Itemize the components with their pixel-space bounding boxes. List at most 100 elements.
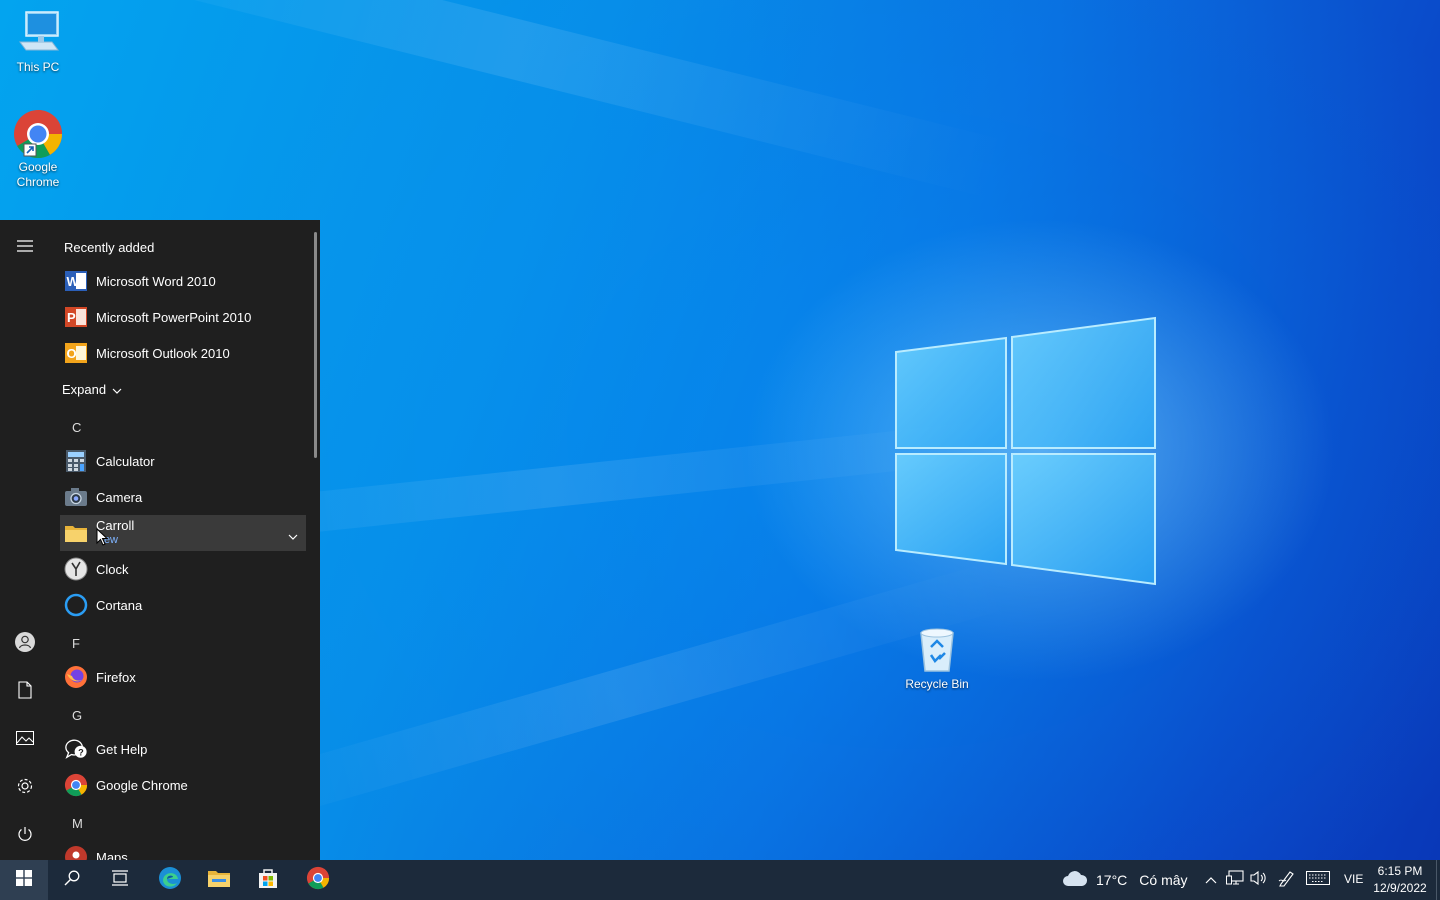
app-item-microsoft-word-2010[interactable]: W Microsoft Word 2010 bbox=[60, 263, 306, 299]
weather-condition: Có mây bbox=[1139, 872, 1188, 888]
google-chrome-desktop-label: Google Chrome bbox=[16, 160, 60, 189]
chevron-down-icon[interactable] bbox=[288, 528, 298, 543]
app-item-maps[interactable]: Maps bbox=[60, 839, 306, 860]
app-label: Calculator bbox=[96, 453, 155, 469]
expand-label: Expand bbox=[62, 382, 107, 397]
app-label: Clock bbox=[96, 561, 129, 577]
taskbar-edge[interactable] bbox=[146, 860, 194, 900]
svg-text:W: W bbox=[67, 274, 80, 289]
weather-temperature: 17°C bbox=[1096, 872, 1128, 888]
clock-date: 12/9/2022 bbox=[1373, 881, 1427, 895]
letter-header-g[interactable]: G bbox=[72, 708, 82, 723]
speaker-icon bbox=[1250, 870, 1268, 891]
calculator-icon bbox=[64, 449, 88, 473]
pen-button[interactable] bbox=[1278, 870, 1296, 889]
search-icon bbox=[64, 870, 80, 891]
app-item-camera[interactable]: Camera bbox=[60, 479, 306, 515]
light-beam bbox=[22, 0, 1008, 200]
user-account-button[interactable] bbox=[0, 622, 50, 666]
settings-button[interactable] bbox=[0, 766, 50, 810]
hamburger-menu-button[interactable] bbox=[0, 226, 50, 270]
mouse-cursor bbox=[96, 528, 108, 546]
app-label: Microsoft Outlook 2010 bbox=[96, 345, 230, 361]
touch-keyboard-button[interactable] bbox=[1306, 870, 1330, 890]
network-icon bbox=[1226, 869, 1244, 891]
cloud-icon bbox=[1062, 870, 1088, 890]
desktop-icon-recycle-bin[interactable]: Recycle Bin bbox=[898, 625, 976, 692]
task-view-button[interactable] bbox=[96, 860, 144, 900]
app-item-get-help[interactable]: ? Get Help bbox=[60, 731, 306, 767]
light-beam bbox=[224, 560, 1007, 830]
pictures-button[interactable] bbox=[0, 718, 50, 762]
power-button[interactable] bbox=[0, 814, 50, 858]
app-label: Cortana bbox=[96, 597, 143, 613]
volume-button[interactable] bbox=[1250, 870, 1268, 891]
this-pc-label: This PC bbox=[16, 60, 60, 74]
task-view-icon bbox=[111, 869, 129, 891]
svg-text:?: ? bbox=[78, 747, 84, 757]
weather-widget[interactable]: 17°C Có mây bbox=[1062, 860, 1188, 900]
app-item-clock[interactable]: Clock bbox=[60, 551, 306, 587]
documents-button[interactable] bbox=[0, 670, 50, 714]
expand-button[interactable]: Expand bbox=[62, 382, 122, 397]
edge-icon bbox=[158, 866, 182, 895]
this-pc-icon bbox=[12, 8, 64, 58]
chrome-icon bbox=[64, 773, 88, 797]
start-button[interactable] bbox=[0, 860, 48, 900]
folder-icon bbox=[207, 868, 231, 893]
app-item-google-chrome[interactable]: Google Chrome bbox=[60, 767, 306, 803]
app-item-microsoft-outlook-2010[interactable]: O Microsoft Outlook 2010 bbox=[60, 335, 306, 371]
chrome-icon bbox=[306, 866, 330, 895]
powerpoint-icon: P bbox=[64, 305, 88, 329]
gear-icon bbox=[16, 777, 34, 800]
clock-time: 6:15 PM bbox=[1377, 864, 1423, 878]
app-label: Camera bbox=[96, 489, 143, 505]
windows-logo bbox=[895, 316, 1156, 586]
store-icon bbox=[257, 867, 279, 894]
start-menu: Recently added W Microsoft Word 2010 P M… bbox=[0, 220, 320, 860]
firefox-icon bbox=[64, 665, 88, 689]
app-item-calculator[interactable]: Calculator bbox=[60, 443, 306, 479]
app-item-cortana[interactable]: Cortana bbox=[60, 587, 306, 623]
clock-date-button[interactable]: 6:15 PM 12/9/2022 bbox=[1370, 863, 1430, 897]
search-button[interactable] bbox=[48, 860, 96, 900]
letter-header-f[interactable]: F bbox=[72, 636, 80, 651]
start-menu-rail bbox=[0, 220, 50, 860]
desktop-icon-this-pc[interactable]: This PC bbox=[0, 8, 76, 75]
letter-header-c[interactable]: C bbox=[72, 420, 81, 435]
taskbar: 17°C Có mây VIE 6:15 PM 12/9/2022 bbox=[0, 860, 1440, 900]
svg-text:P: P bbox=[67, 310, 76, 325]
clock-icon bbox=[64, 557, 88, 581]
windows-icon bbox=[16, 869, 32, 891]
show-desktop-button[interactable] bbox=[1436, 860, 1440, 900]
cortana-icon bbox=[64, 593, 88, 617]
recycle-bin-label: Recycle Bin bbox=[905, 677, 969, 691]
app-item-firefox[interactable]: Firefox bbox=[60, 659, 306, 695]
recently-added-heading: Recently added bbox=[64, 240, 155, 255]
app-label: Maps bbox=[96, 849, 128, 861]
letter-header-m[interactable]: M bbox=[72, 816, 83, 831]
network-button[interactable] bbox=[1226, 869, 1244, 891]
get-help-icon: ? bbox=[64, 737, 88, 761]
hamburger-icon bbox=[17, 239, 33, 257]
svg-text:O: O bbox=[67, 346, 77, 361]
camera-icon bbox=[64, 485, 88, 509]
input-language-indicator[interactable]: VIE bbox=[1344, 872, 1363, 886]
chrome-icon bbox=[12, 108, 64, 159]
picture-icon bbox=[16, 730, 34, 750]
app-label: Get Help bbox=[96, 741, 148, 757]
taskbar-file-explorer[interactable] bbox=[195, 860, 243, 900]
app-label: Google Chrome bbox=[96, 777, 188, 793]
desktop-icon-google-chrome[interactable]: Google Chrome bbox=[0, 108, 76, 190]
taskbar-microsoft-store[interactable] bbox=[244, 860, 292, 900]
app-list: Recently added W Microsoft Word 2010 P M… bbox=[52, 220, 314, 860]
app-label: Microsoft Word 2010 bbox=[96, 273, 216, 289]
app-item-microsoft-powerpoint-2010[interactable]: P Microsoft PowerPoint 2010 bbox=[60, 299, 306, 335]
folder-icon bbox=[64, 521, 88, 545]
outlook-icon: O bbox=[64, 341, 88, 365]
app-list-scrollbar[interactable] bbox=[314, 232, 317, 458]
taskbar-google-chrome[interactable] bbox=[294, 860, 342, 900]
power-icon bbox=[17, 826, 33, 847]
keyboard-icon bbox=[1306, 870, 1330, 890]
show-hidden-icons-button[interactable] bbox=[1202, 871, 1220, 889]
